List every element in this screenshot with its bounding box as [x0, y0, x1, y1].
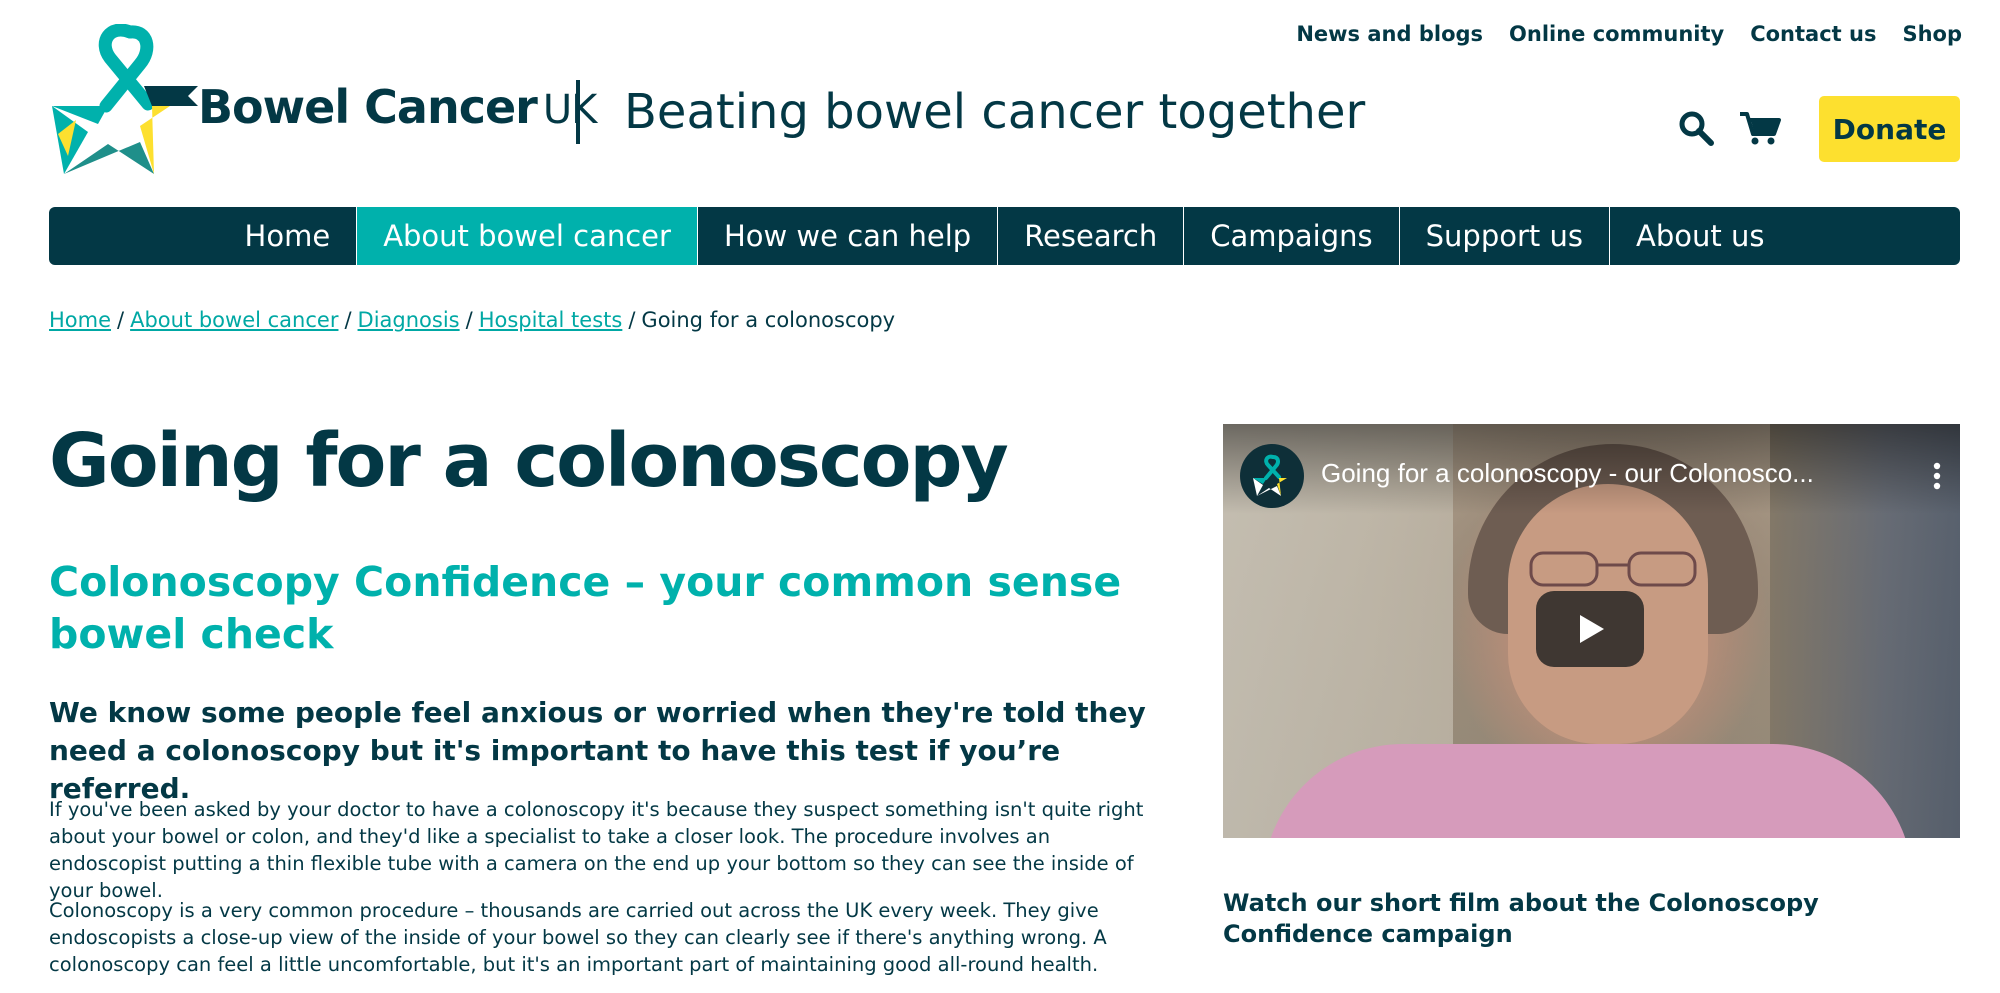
video-caption: Watch our short film about the Colonosco…	[1223, 889, 1819, 948]
breadcrumb-separator: /	[465, 308, 473, 332]
cart-icon	[1740, 112, 1781, 145]
body-paragraph: Colonoscopy is a very common procedure –…	[49, 899, 1107, 976]
body-paragraph: If you've been asked by your doctor to h…	[49, 798, 1144, 902]
search-button[interactable]	[1676, 108, 1716, 148]
nav-item-research[interactable]: Research	[997, 207, 1183, 265]
utility-nav: News and blogs Online community Contact …	[1296, 22, 1962, 46]
news-and-blogs-link[interactable]: News and blogs	[1296, 22, 1483, 46]
nav-item-support-us[interactable]: Support us	[1398, 207, 1609, 265]
breadcrumb-hospital-tests-link[interactable]: Hospital tests	[479, 308, 623, 332]
channel-avatar[interactable]	[1240, 444, 1304, 508]
page-title: Going for a colonoscopy	[49, 418, 1009, 504]
cart-button[interactable]	[1738, 108, 1782, 148]
video-thumbnail-shirt	[1263, 744, 1913, 838]
ribbon-star-logo-icon	[52, 24, 198, 174]
more-options-icon[interactable]	[1933, 462, 1941, 490]
donate-button[interactable]: Donate	[1819, 96, 1960, 162]
nav-item-campaigns[interactable]: Campaigns	[1183, 207, 1398, 265]
breadcrumb-current: Going for a colonoscopy	[641, 308, 896, 332]
lead-paragraph: We know some people feel anxious or worr…	[49, 696, 1146, 805]
video-thumbnail-glasses	[1529, 551, 1697, 587]
nav-item-how-we-can-help[interactable]: How we can help	[696, 207, 997, 265]
nav-item-about-us[interactable]: About us	[1609, 207, 1790, 265]
logo[interactable]: Bowel Cancer UK	[48, 24, 597, 184]
logo-divider	[576, 80, 580, 144]
contact-us-link[interactable]: Contact us	[1750, 22, 1876, 46]
video-player[interactable]: Going for a colonoscopy - our Colonosco.…	[1223, 424, 1960, 838]
video-title[interactable]: Going for a colonoscopy - our Colonosco.…	[1321, 458, 1814, 489]
shop-link[interactable]: Shop	[1902, 22, 1962, 46]
ribbon-star-icon	[1253, 454, 1287, 496]
logo-wordmark: Bowel Cancer UK	[198, 80, 597, 134]
search-icon	[1679, 111, 1714, 146]
tagline: Beating bowel cancer together	[624, 84, 1366, 140]
breadcrumb-separator: /	[628, 308, 636, 332]
breadcrumb-about-bowel-cancer-link[interactable]: About bowel cancer	[130, 308, 338, 332]
breadcrumb: Home / About bowel cancer / Diagnosis / Hospit…	[49, 308, 895, 332]
play-button[interactable]	[1536, 591, 1644, 667]
play-icon	[1580, 615, 1604, 643]
page-subtitle: Colonoscopy Confidence – your common sen…	[49, 558, 1122, 658]
breadcrumb-home-link[interactable]: Home	[49, 308, 111, 332]
online-community-link[interactable]: Online community	[1509, 22, 1724, 46]
breadcrumb-diagnosis-link[interactable]: Diagnosis	[358, 308, 460, 332]
breadcrumb-separator: /	[117, 308, 125, 332]
nav-item-about-bowel-cancer[interactable]: About bowel cancer	[356, 207, 697, 265]
nav-item-home[interactable]: Home	[219, 207, 357, 265]
main-nav: Home About bowel cancer How we can help …	[49, 207, 1960, 265]
breadcrumb-separator: /	[344, 308, 352, 332]
